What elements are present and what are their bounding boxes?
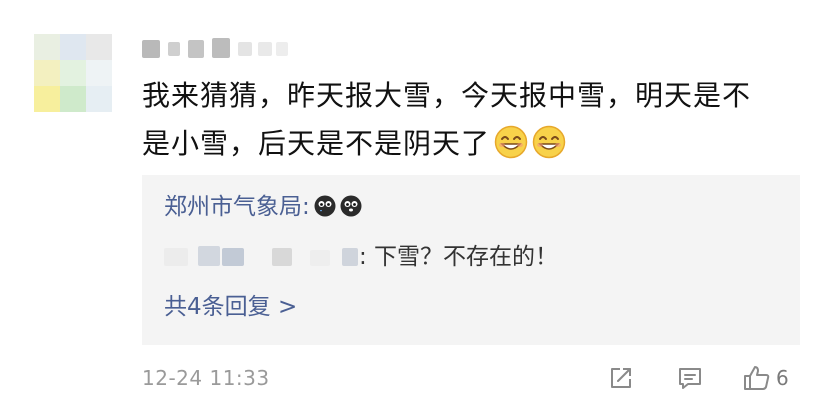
reply-button[interactable] (676, 364, 704, 392)
grin-icon (532, 125, 566, 159)
black-face-icon (340, 195, 362, 217)
black-face-icon (314, 195, 336, 217)
comment-line-2-text: 是小雪，后天是不是阴天了 (142, 127, 491, 160)
reply-official[interactable]: 郑州市气象局: (164, 192, 362, 222)
more-replies-link[interactable]: 共4条回复 > (164, 292, 297, 322)
share-icon (607, 364, 635, 392)
reply-text: : 下雪？不存在的！ (359, 244, 559, 270)
username-blurred[interactable] (142, 36, 292, 60)
comment-line-1: 我来猜猜，昨天报大雪，今天报中雪，明天是不 (142, 79, 752, 112)
share-button[interactable] (607, 364, 635, 392)
reply-official-author[interactable]: 郑州市气象局: (164, 194, 310, 220)
comment-line-2: 是小雪，后天是不是阴天了 (142, 120, 792, 168)
comment-card: 我来猜猜，昨天报大雪，今天报中雪，明天是不 是小雪，后天是不是阴天了 郑州市气象… (0, 0, 828, 401)
reply-box: 郑州市气象局:: 下雪？不存在的！ 共4条回复 > (142, 175, 800, 345)
comment-text: 我来猜猜，昨天报大雪，今天报中雪，明天是不 是小雪，后天是不是阴天了 (142, 72, 792, 168)
reply-user[interactable]: : 下雪？不存在的！ (164, 242, 558, 272)
thumbs-up-icon (742, 364, 772, 392)
avatar[interactable] (34, 34, 112, 112)
comment-icon (676, 364, 704, 392)
reply-username-blurred[interactable] (164, 244, 359, 268)
grin-icon (494, 125, 528, 159)
like-button[interactable]: 6 (742, 364, 789, 392)
like-count: 6 (776, 366, 789, 390)
timestamp: 12-24 11:33 (142, 366, 270, 390)
